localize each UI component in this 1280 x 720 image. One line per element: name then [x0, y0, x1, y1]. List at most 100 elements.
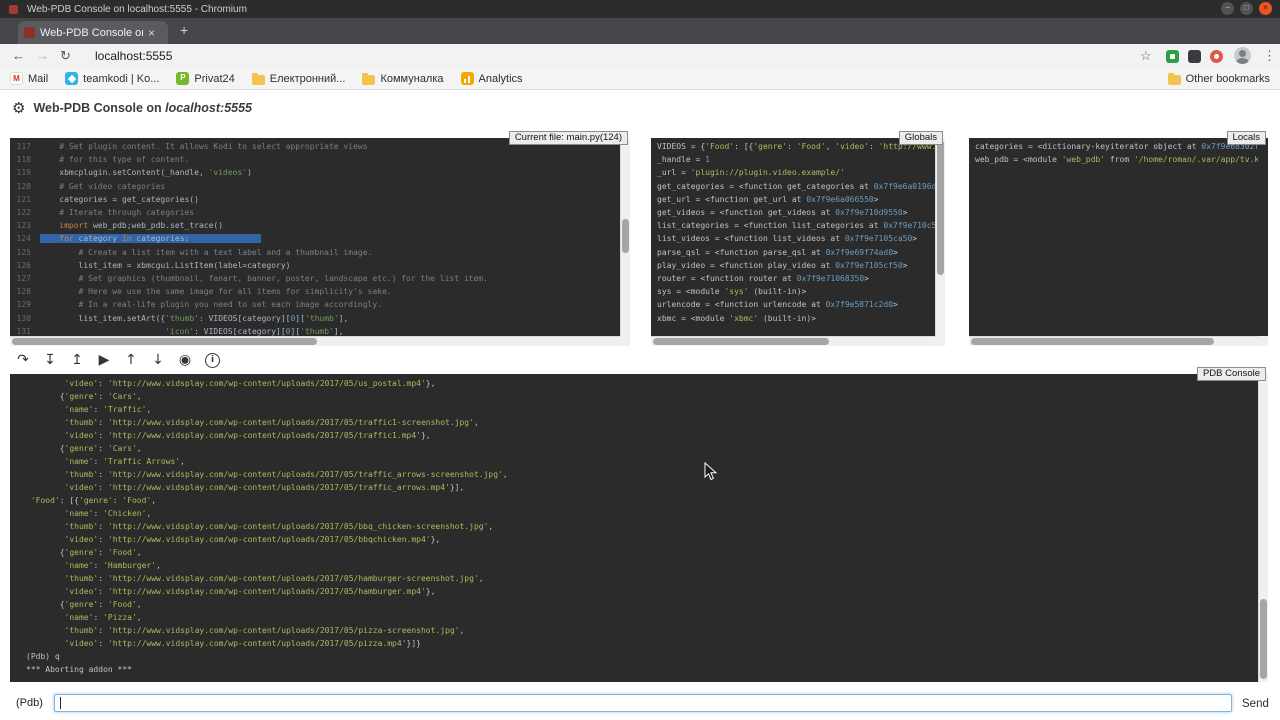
step-button[interactable]: ↧	[39, 350, 61, 370]
scrollbar-vertical[interactable]	[1258, 374, 1268, 682]
extension-icon[interactable]	[1166, 50, 1179, 63]
globals-view: VIDEOS = {'Food': [{'genre': 'Food', 'vi…	[657, 140, 935, 336]
folder-icon	[362, 75, 375, 85]
bookmark-item[interactable]: Коммуналка	[362, 72, 443, 85]
scrollbar-horizontal[interactable]	[651, 336, 935, 346]
bookmark-item[interactable]: Mail	[10, 72, 48, 85]
return-button[interactable]: ↥	[66, 350, 88, 370]
scrollbar-horizontal[interactable]	[969, 336, 1258, 346]
kodi-icon	[65, 72, 78, 85]
next-button[interactable]: ↷	[12, 350, 34, 370]
code-line: xbmc = <module 'xbmc' (built-in)>	[657, 312, 935, 325]
code-line: play_video = <function play_video at 0x7…	[657, 259, 935, 272]
code-line: 123 import web_pdb;web_pdb.set_trace()	[10, 219, 620, 232]
analytics-icon	[461, 72, 474, 85]
continue-button[interactable]: ▶	[93, 350, 115, 370]
profile-avatar[interactable]	[1234, 47, 1251, 64]
tab-close-icon[interactable]: ×	[148, 26, 155, 40]
other-bookmarks-button[interactable]: Other bookmarks	[1168, 72, 1270, 85]
bookmark-label: Mail	[28, 73, 48, 85]
bookmark-item[interactable]: Електронний...	[252, 72, 346, 85]
console-output: 'video': 'http://www.vidsplay.com/wp-con…	[26, 377, 1258, 680]
page-header: ⚙ Web-PDB Console on localhost:5555	[12, 99, 252, 117]
scrollbar-corner	[1258, 336, 1268, 346]
bookmark-item[interactable]: Analytics	[461, 72, 523, 85]
line-number: 125	[10, 246, 40, 259]
bookmark-item[interactable]: teamkodi | Ko...	[65, 72, 159, 85]
pdb-console-panel: PDB Console 'video': 'http://www.vidspla…	[10, 374, 1268, 682]
code-line: (Pdb) q	[26, 650, 1258, 663]
line-number: 123	[10, 219, 40, 232]
bookmark-label: teamkodi | Ko...	[83, 73, 159, 85]
line-number: 130	[10, 312, 40, 325]
reload-icon[interactable]: ↻	[60, 48, 71, 64]
extension-icon[interactable]	[1188, 50, 1201, 63]
code-panel: Current file: main.py(124) 117 # Set plu…	[10, 138, 630, 346]
code-line: 119 xbmcplugin.setContent(_handle, 'vide…	[10, 166, 620, 179]
code-line: 131 'icon': VIDEOS[category][0]['thumb']…	[10, 325, 620, 336]
bookmarks-bar: Mail teamkodi | Ko... Privat24 Електронний.…	[0, 68, 1280, 90]
pdb-command-input[interactable]	[54, 694, 1232, 712]
where-button[interactable]: ◉	[174, 350, 196, 370]
down-button[interactable]: ↓	[147, 350, 169, 370]
code-line: 'video': 'http://www.vidsplay.com/wp-con…	[26, 377, 1258, 390]
code-line: 'thumb': 'http://www.vidsplay.com/wp-con…	[26, 624, 1258, 637]
line-number: 117	[10, 140, 40, 153]
forward-icon[interactable]: →	[36, 48, 49, 63]
gmail-icon	[10, 72, 23, 85]
browser-tab[interactable]: Web-PDB Console on localhost:5555 ×	[18, 21, 168, 44]
line-number: 119	[10, 166, 40, 179]
line-number: 118	[10, 153, 40, 166]
line-number: 129	[10, 298, 40, 311]
code-line: get_videos = <function get_videos at 0x7…	[657, 206, 935, 219]
scrollbar-horizontal[interactable]	[10, 336, 620, 346]
globals-panel: Globals VIDEOS = {'Food': [{'genre': 'Fo…	[651, 138, 945, 346]
extension-icon[interactable]	[1210, 50, 1223, 63]
scrollbar-vertical[interactable]	[620, 138, 630, 336]
code-line: web_pdb = <module 'web_pdb' from '/home/…	[975, 153, 1258, 166]
code-line: list_categories = <function list_categor…	[657, 219, 935, 232]
code-line: 121 categories = get_categories()	[10, 193, 620, 206]
code-line: 'thumb': 'http://www.vidsplay.com/wp-con…	[26, 468, 1258, 481]
bookmark-label: Електронний...	[270, 73, 346, 85]
line-number: 126	[10, 259, 40, 272]
send-button[interactable]: Send	[1238, 694, 1273, 713]
minimize-icon[interactable]: −	[1221, 2, 1234, 15]
code-line: 122 # Iterate through categories	[10, 206, 620, 219]
maximize-icon[interactable]: □	[1240, 2, 1253, 15]
code-line: 'name': 'Chicken',	[26, 507, 1258, 520]
code-line: 124 for category in categories:	[10, 232, 620, 245]
close-icon[interactable]: ×	[1259, 2, 1272, 15]
mouse-cursor	[704, 462, 718, 482]
avatar-body	[1236, 58, 1249, 64]
line-number: 127	[10, 272, 40, 285]
code-line: 'thumb': 'http://www.vidsplay.com/wp-con…	[26, 572, 1258, 585]
code-line: categories = <dictionary-keyiterator obj…	[975, 140, 1258, 153]
up-button[interactable]: ↑	[120, 350, 142, 370]
code-line: 129 # In a real-life plugin you need to …	[10, 298, 620, 311]
back-icon[interactable]: ←	[12, 48, 25, 63]
bookmark-item[interactable]: Privat24	[176, 72, 234, 85]
browser-tab-strip: Web-PDB Console on localhost:5555 × +	[0, 18, 1280, 44]
page-title-prefix: Web-PDB Console on	[33, 101, 165, 115]
code-line: get_url = <function get_url at 0x7f9e6a0…	[657, 193, 935, 206]
code-line: {'genre': 'Food',	[26, 546, 1258, 559]
bookmark-star-icon[interactable]: ☆	[1140, 48, 1152, 64]
code-line: 125 # Create a list item with a text lab…	[10, 246, 620, 259]
browser-menu-icon[interactable]: ⋮	[1263, 48, 1276, 64]
code-line: parse_qsl = <function parse_qsl at 0x7f9…	[657, 246, 935, 259]
tab-title: Web-PDB Console on localhost:5555	[40, 27, 143, 39]
help-button[interactable]: i	[205, 353, 220, 368]
avatar-head	[1239, 50, 1246, 57]
code-line: urlencode = <function urlencode at 0x7f9…	[657, 298, 935, 311]
code-line: {'genre': 'Food',	[26, 598, 1258, 611]
window-app-icon	[9, 5, 18, 14]
scrollbar-vertical[interactable]	[935, 138, 945, 336]
line-number: 120	[10, 180, 40, 193]
bookmark-label: Privat24	[194, 73, 234, 85]
address-bar[interactable]: localhost:5555	[95, 49, 172, 63]
new-tab-button[interactable]: +	[180, 22, 188, 38]
bookmarks-list: Mail teamkodi | Ko... Privat24 Електронний.…	[10, 72, 523, 85]
line-number: 124	[10, 232, 40, 245]
code-line: 'video': 'http://www.vidsplay.com/wp-con…	[26, 481, 1258, 494]
